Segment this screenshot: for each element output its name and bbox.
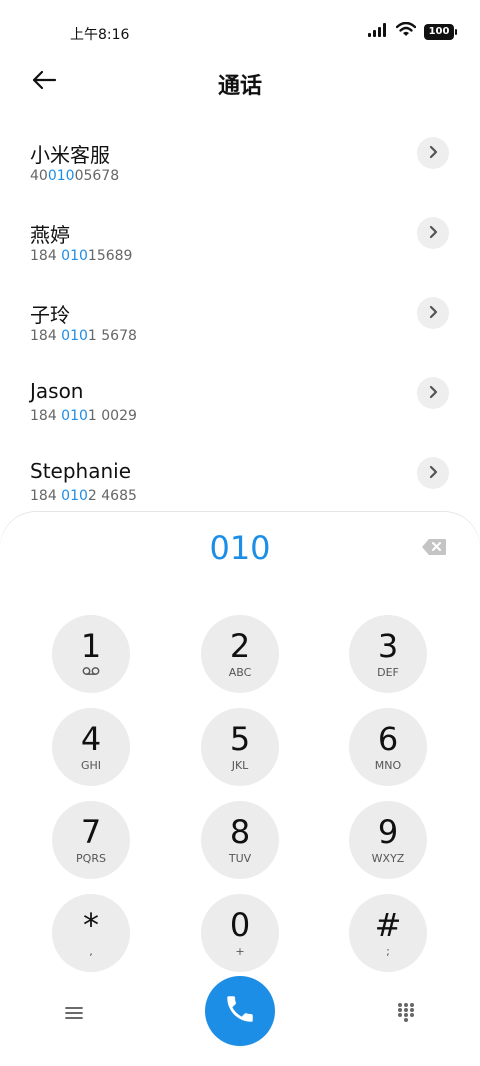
key-digit: 0 [229, 905, 251, 944]
key-5[interactable]: 5 JKL [201, 708, 279, 786]
contact-result-row[interactable]: Jason 184 0101 0029 [0, 364, 480, 444]
status-time: 上午8:16 [70, 27, 130, 43]
key-1[interactable]: 1 [52, 615, 130, 693]
wifi-icon [395, 21, 417, 41]
signal-icon [368, 22, 388, 41]
key-digit: # [374, 905, 402, 944]
contact-number: 184 0102 4685 [30, 488, 137, 504]
key-9[interactable]: 9 WXYZ [349, 801, 427, 879]
key-digit: 9 [377, 812, 399, 851]
menu-button[interactable] [60, 1000, 88, 1028]
key-letters: DEF [377, 665, 399, 679]
dialpad-panel: 010 1 2 ABC 3 DEF 4 GHI 5 JKL 6 MNO 7 PQ… [0, 512, 480, 1066]
key-letters: + [235, 944, 245, 958]
voicemail-icon [82, 666, 100, 680]
contact-detail-button[interactable] [417, 297, 449, 329]
key-digit: 1 [80, 626, 102, 665]
contact-name: Stephanie [30, 459, 132, 483]
key-star[interactable]: * , [52, 894, 130, 972]
status-icons: 100 [368, 21, 457, 41]
key-digit: 3 [377, 626, 399, 665]
contact-result-row[interactable]: 小米客服 4001005678 [0, 124, 480, 204]
key-8[interactable]: 8 TUV [201, 801, 279, 879]
contact-result-row[interactable]: 子玲 184 0101 5678 [0, 284, 480, 364]
key-2[interactable]: 2 ABC [201, 615, 279, 693]
contact-detail-button[interactable] [417, 377, 449, 409]
contact-number: 4001005678 [30, 168, 120, 184]
key-digit: * [83, 905, 99, 944]
contact-results-list: 小米客服 4001005678 燕婷 184 01015689 子玲 184 0… [0, 124, 480, 524]
contact-number: 184 01015689 [30, 248, 133, 264]
contact-detail-button[interactable] [417, 137, 449, 169]
key-digit: 5 [229, 719, 251, 758]
keypad-toggle-button[interactable] [392, 1000, 420, 1028]
key-7[interactable]: 7 PQRS [52, 801, 130, 879]
chevron-right-icon [427, 224, 439, 243]
key-hash[interactable]: # ; [349, 894, 427, 972]
backspace-icon [421, 538, 447, 560]
battery-icon: 100 [424, 23, 457, 40]
match-highlight: 010 [61, 328, 88, 344]
contact-number: 184 0101 0029 [30, 408, 137, 424]
call-button[interactable] [205, 976, 275, 1046]
status-bar: 上午8:16 100 [0, 0, 480, 66]
contact-number: 184 0101 5678 [30, 328, 137, 344]
key-digit: 6 [377, 719, 399, 758]
key-4[interactable]: 4 GHI [52, 708, 130, 786]
key-digit: 2 [229, 626, 251, 665]
match-highlight: 010 [61, 408, 88, 424]
contact-detail-button[interactable] [417, 457, 449, 489]
menu-icon [65, 1005, 83, 1024]
match-highlight: 010 [47, 168, 75, 184]
contact-name: 燕婷 [30, 223, 70, 247]
delete-button[interactable] [420, 538, 448, 560]
chevron-right-icon [427, 304, 439, 323]
contact-name: 小米客服 [30, 143, 110, 167]
key-letters: JKL [231, 758, 249, 772]
contact-name: 子玲 [30, 303, 70, 327]
contact-detail-button[interactable] [417, 217, 449, 249]
header: 通话 [0, 60, 480, 104]
key-letters: ; [386, 944, 390, 958]
key-letters: GHI [80, 758, 102, 772]
dialed-number: 010 [209, 529, 271, 567]
key-letters: PQRS [76, 851, 106, 865]
key-3[interactable]: 3 DEF [349, 615, 427, 693]
key-digit: 8 [229, 812, 251, 851]
contact-name: Jason [30, 379, 84, 403]
key-letters: ABC [228, 665, 252, 679]
chevron-right-icon [427, 384, 439, 403]
dialpad-icon [397, 1002, 415, 1026]
contact-result-row[interactable]: 燕婷 184 01015689 [0, 204, 480, 284]
chevron-right-icon [427, 464, 439, 483]
chevron-right-icon [427, 144, 439, 163]
key-digit: 7 [80, 812, 102, 851]
page-title: 通话 [217, 74, 262, 99]
key-letters: , [89, 944, 93, 958]
match-highlight: 010 [61, 248, 88, 264]
key-letters: WXYZ [371, 851, 405, 865]
key-letters: MNO [374, 758, 402, 772]
match-highlight: 010 [61, 488, 88, 504]
key-0[interactable]: 0 + [201, 894, 279, 972]
phone-icon [223, 992, 257, 1030]
key-letters: TUV [228, 851, 252, 865]
key-6[interactable]: 6 MNO [349, 708, 427, 786]
key-digit: 4 [80, 719, 102, 758]
